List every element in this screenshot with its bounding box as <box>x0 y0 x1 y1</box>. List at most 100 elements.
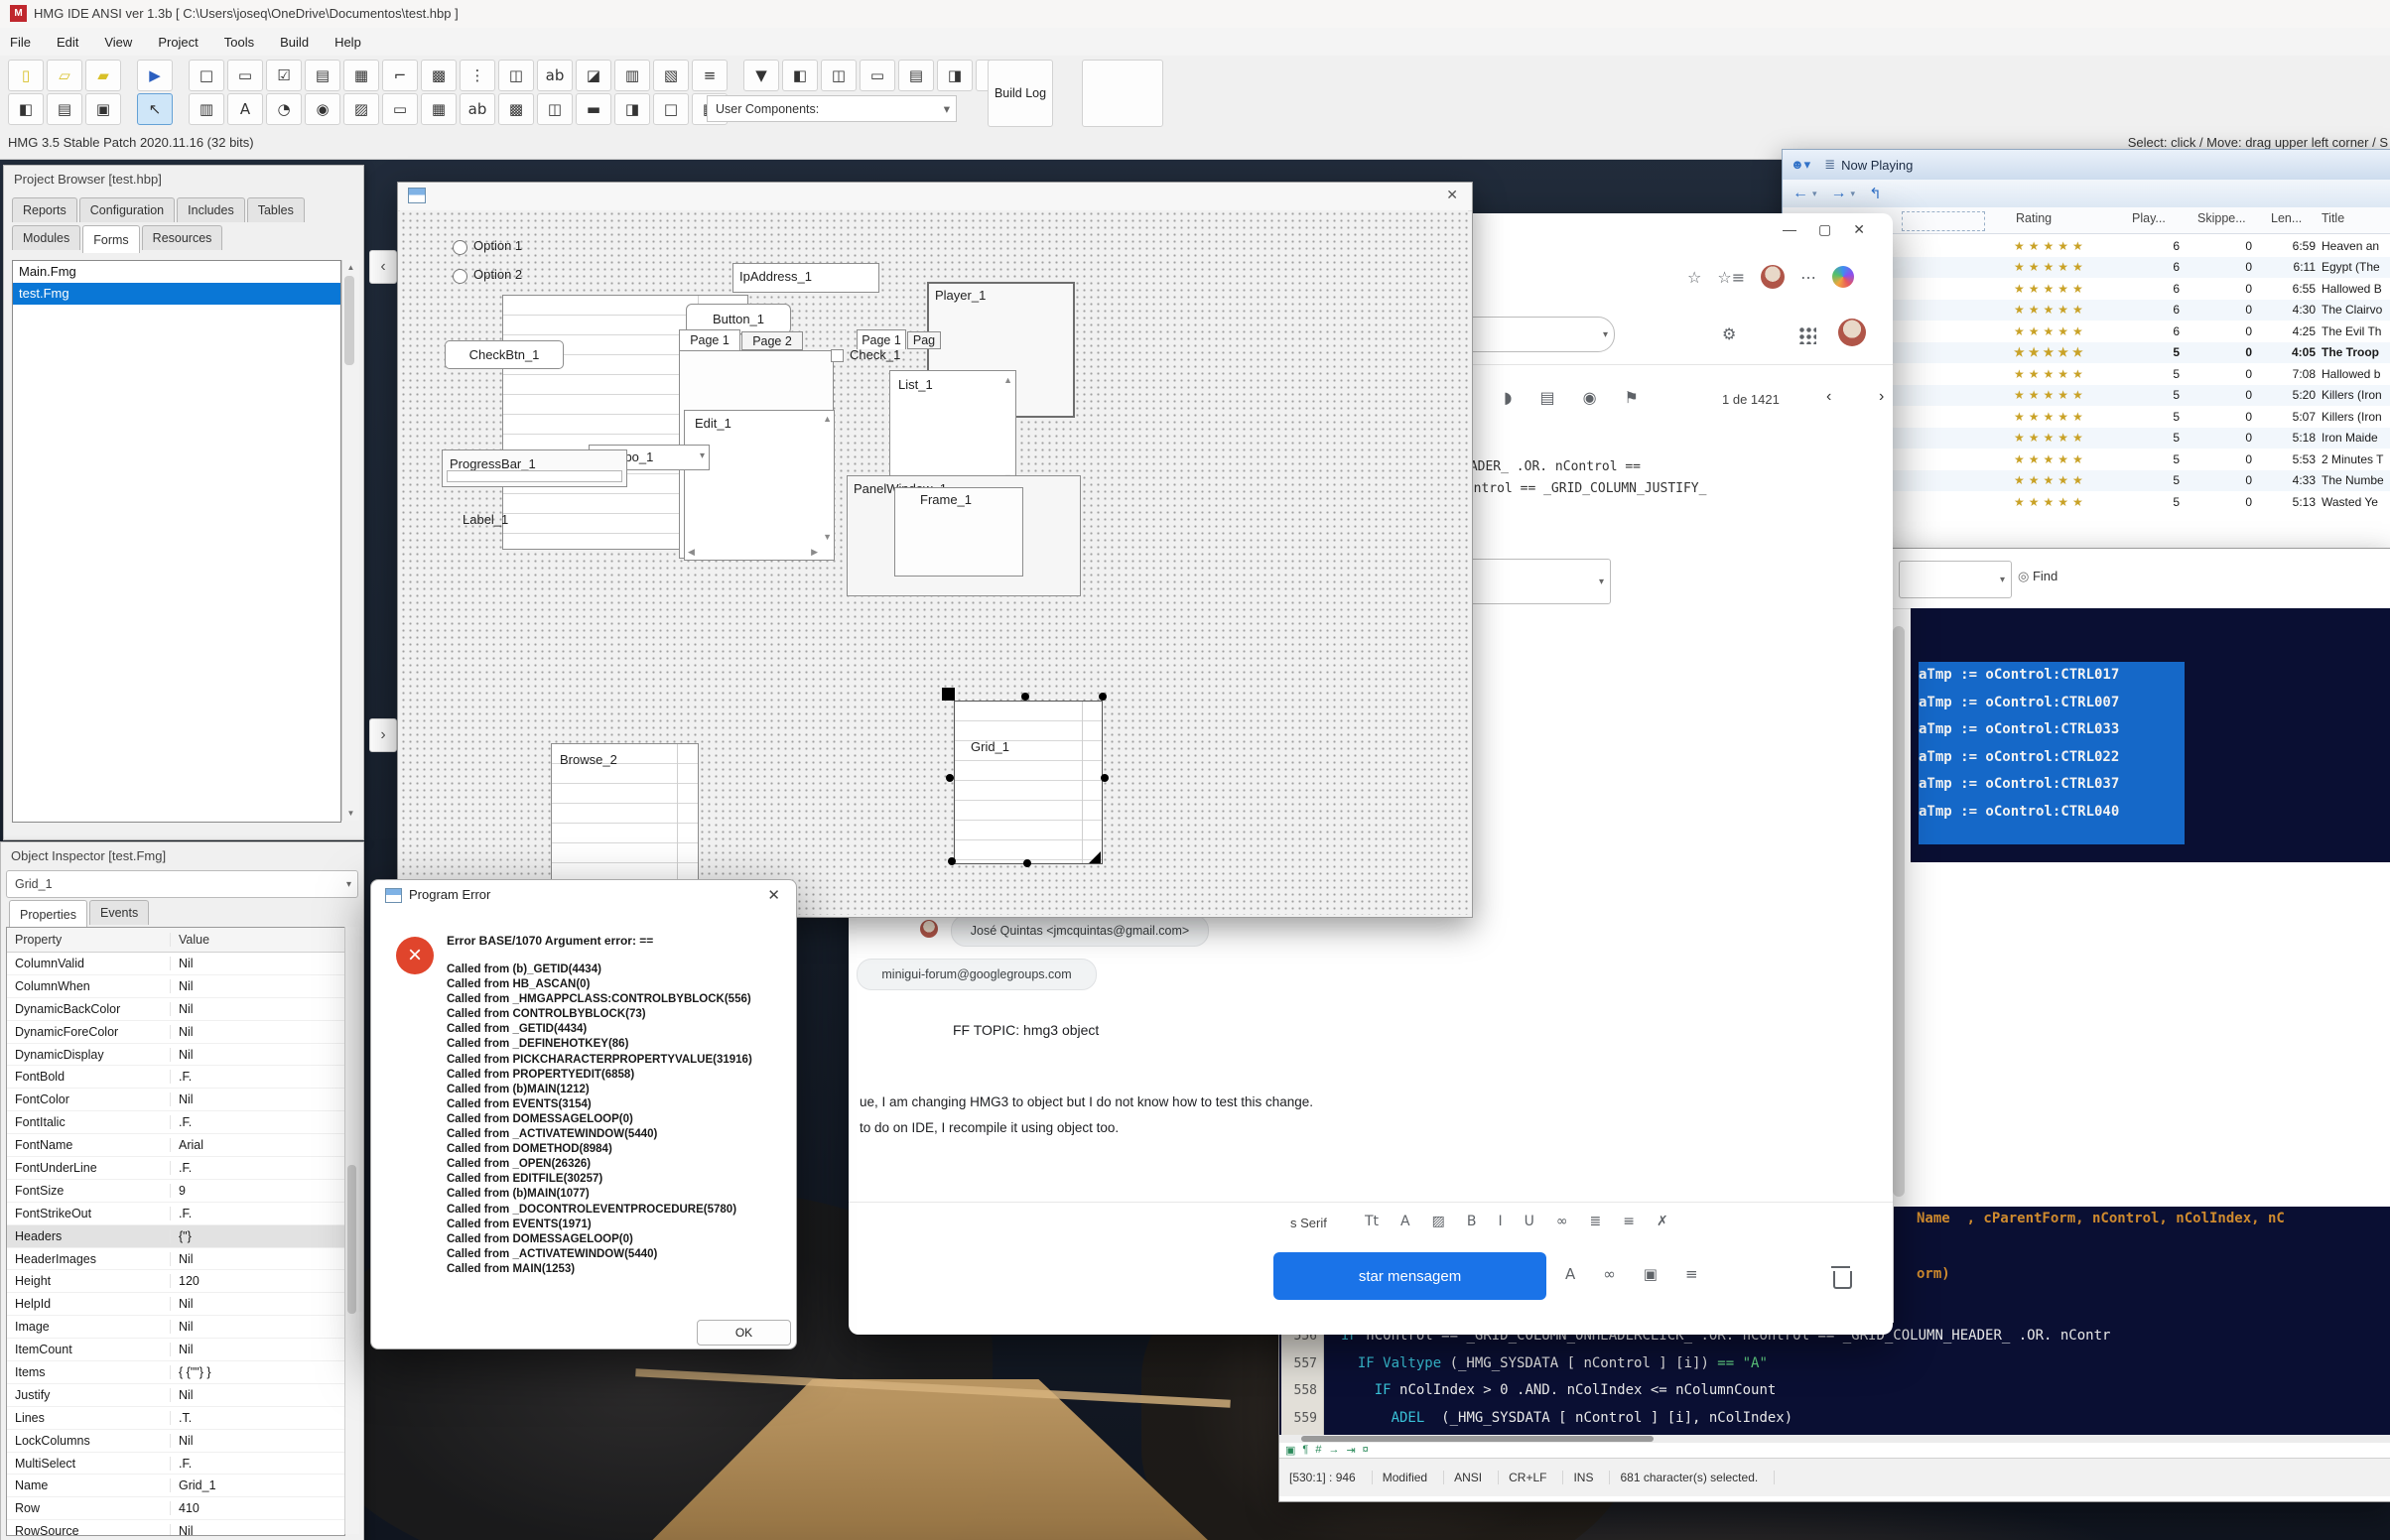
collections-icon[interactable]: ☆≡ <box>1717 268 1745 287</box>
title-column-header[interactable]: Title <box>2322 211 2344 225</box>
check1-control[interactable] <box>831 349 844 362</box>
property-row[interactable]: Image Nil <box>7 1316 344 1339</box>
property-row[interactable]: FontName Arial <box>7 1134 344 1157</box>
format-icon[interactable]: ✗ <box>1657 1214 1668 1229</box>
forms-list-scrollbar[interactable]: ▲ ▼ <box>341 260 359 821</box>
property-row[interactable]: Row 410 <box>7 1497 344 1520</box>
toolbar-button[interactable]: ▱ <box>47 60 82 91</box>
code-pane-top[interactable]: aTmp := oControl:CTRL017aTmp := oControl… <box>1911 608 2390 862</box>
editor-mini-icon[interactable]: ¤ <box>1363 1444 1369 1457</box>
back-icon[interactable]: ← <box>1792 185 1808 202</box>
compose-icon[interactable]: ≡ <box>1685 1265 1698 1283</box>
property-value[interactable]: Nil <box>171 979 344 993</box>
tool-toolbar-button[interactable]: ◔ <box>266 93 302 125</box>
rating-stars[interactable]: ★★★★★ <box>2014 431 2087 445</box>
resize-handle[interactable] <box>948 857 956 865</box>
rating-stars[interactable]: ★★★★★ <box>2014 452 2087 466</box>
property-row[interactable]: HelpId Nil <box>7 1293 344 1316</box>
find-combobox[interactable]: ▾ <box>1899 561 2012 598</box>
property-row[interactable]: DynamicBackColor Nil <box>7 998 344 1021</box>
copilot-icon[interactable] <box>1832 266 1854 288</box>
menu-item[interactable]: Edit <box>57 35 78 50</box>
rating-stars[interactable]: ★★★★★ <box>2014 388 2087 402</box>
property-value[interactable]: .T. <box>171 1411 344 1425</box>
control-toolbar-button[interactable]: ⌐ <box>382 60 418 91</box>
find-button[interactable]: ◎ Find <box>2018 569 2058 584</box>
font-family-selector[interactable]: s Serif <box>1290 1216 1327 1230</box>
menu-item[interactable]: Project <box>158 35 198 50</box>
resize-handle[interactable] <box>1099 693 1107 701</box>
menu-item[interactable]: View <box>104 35 132 50</box>
property-row[interactable]: ColumnWhen Nil <box>7 975 344 998</box>
post-message-button[interactable]: star mensagem <box>1273 1252 1546 1300</box>
property-value[interactable]: Arial <box>171 1138 344 1152</box>
form-file-item[interactable]: test.Fmg <box>13 283 340 305</box>
doc-tool-icon[interactable]: ▤ <box>1539 388 1554 407</box>
property-value[interactable]: Nil <box>171 1388 344 1402</box>
doc-tool-icon[interactable]: ⚑ <box>1625 388 1639 407</box>
close-icon[interactable]: ✕ <box>1446 187 1458 203</box>
account-avatar[interactable] <box>1838 319 1866 346</box>
property-row[interactable]: FontUnderLine .F. <box>7 1157 344 1180</box>
form-canvas[interactable]: Option 1 Option 2 CheckBtn_1 IpAddress_1… <box>400 210 1468 915</box>
property-row[interactable]: Height 120 <box>7 1270 344 1293</box>
project-tab[interactable]: Includes <box>177 197 245 222</box>
toolbar-button[interactable]: ▯ <box>8 60 44 91</box>
property-value[interactable]: .F. <box>171 1115 344 1129</box>
project-tab[interactable]: Modules <box>12 225 80 250</box>
frame-control[interactable]: Frame_1 <box>894 487 1023 577</box>
scroll-left-button[interactable]: ‹ <box>369 250 397 284</box>
edit-control[interactable]: Edit_1 ▲ ▼ ◀ ▶ <box>684 410 835 561</box>
blank-toolbar-button[interactable] <box>1082 60 1163 127</box>
property-row[interactable]: RowSource Nil <box>7 1520 344 1536</box>
control-toolbar-button[interactable]: ▤ <box>898 60 934 91</box>
property-row[interactable]: MultiSelect .F. <box>7 1453 344 1476</box>
toolbar-button[interactable]: ▰ <box>85 60 121 91</box>
label-control[interactable]: Label_1 <box>463 512 508 527</box>
format-icon[interactable]: A <box>1400 1214 1410 1229</box>
up-level-icon[interactable]: ↰ <box>1869 185 1882 202</box>
menu-item[interactable]: Tools <box>224 35 254 50</box>
checkbtn-control[interactable]: CheckBtn_1 <box>445 340 564 369</box>
control-toolbar-button[interactable]: ◫ <box>821 60 857 91</box>
ipaddress-control[interactable]: IpAddress_1 <box>732 263 879 293</box>
scroll-down-icon[interactable]: ▼ <box>342 809 359 818</box>
property-row[interactable]: Lines .T. <box>7 1407 344 1430</box>
rating-stars[interactable]: ★★★★★ <box>2014 495 2087 509</box>
control-toolbar-button[interactable]: ▼ <box>743 60 779 91</box>
more-menu-icon[interactable]: ⋯ <box>1800 268 1816 287</box>
tab-events[interactable]: Events <box>89 900 149 925</box>
chevron-down-icon[interactable]: ▾ <box>1851 189 1856 199</box>
tab-properties[interactable]: Properties <box>9 900 87 928</box>
project-tab[interactable]: Tables <box>247 197 305 222</box>
format-icon[interactable]: I <box>1498 1214 1502 1229</box>
control-toolbar-button[interactable]: ◨ <box>937 60 973 91</box>
property-value[interactable]: Nil <box>171 1320 344 1334</box>
property-value[interactable]: Nil <box>171 1252 344 1266</box>
object-selector-dropdown[interactable]: Grid_1 ▾ <box>6 870 358 898</box>
property-row[interactable]: FontBold .F. <box>7 1066 344 1089</box>
rating-stars[interactable]: ★★★★★ <box>2014 282 2087 296</box>
favorites-icon[interactable]: ☆ <box>1687 268 1701 287</box>
resize-handle[interactable] <box>946 774 954 782</box>
property-value[interactable]: {"} <box>171 1229 344 1243</box>
rating-stars[interactable]: ★★★★★ <box>2014 410 2087 424</box>
control-toolbar-button[interactable]: ▩ <box>421 60 457 91</box>
tool-toolbar-button[interactable]: ▦ <box>421 93 457 125</box>
tool-toolbar-button[interactable]: ◨ <box>614 93 650 125</box>
control-toolbar-button[interactable]: ▭ <box>227 60 263 91</box>
ok-button[interactable]: OK <box>697 1320 791 1346</box>
control-toolbar-button[interactable]: ab <box>537 60 573 91</box>
user-components-dropdown[interactable]: User Components: ▾ <box>707 95 957 122</box>
property-row[interactable]: FontItalic .F. <box>7 1111 344 1134</box>
tab2-page2[interactable]: Pag <box>907 331 941 349</box>
settings-gear-icon[interactable]: ⚙ <box>1722 324 1736 343</box>
tool-toolbar-button[interactable]: A <box>227 93 263 125</box>
format-icon[interactable]: ▨ <box>1432 1214 1445 1229</box>
property-row[interactable]: DynamicForeColor Nil <box>7 1021 344 1044</box>
ide-titlebar[interactable]: M HMG IDE ANSI ver 1.3b [ C:\Users\joseq… <box>0 0 2390 29</box>
tool-toolbar-button[interactable]: ▨ <box>343 93 379 125</box>
toolbar-button[interactable]: ▤ <box>47 93 82 125</box>
now-playing-header[interactable]: ☻▾ ≣ Now Playing <box>1783 150 2390 181</box>
chevron-down-icon[interactable]: ▾ <box>1812 189 1817 199</box>
